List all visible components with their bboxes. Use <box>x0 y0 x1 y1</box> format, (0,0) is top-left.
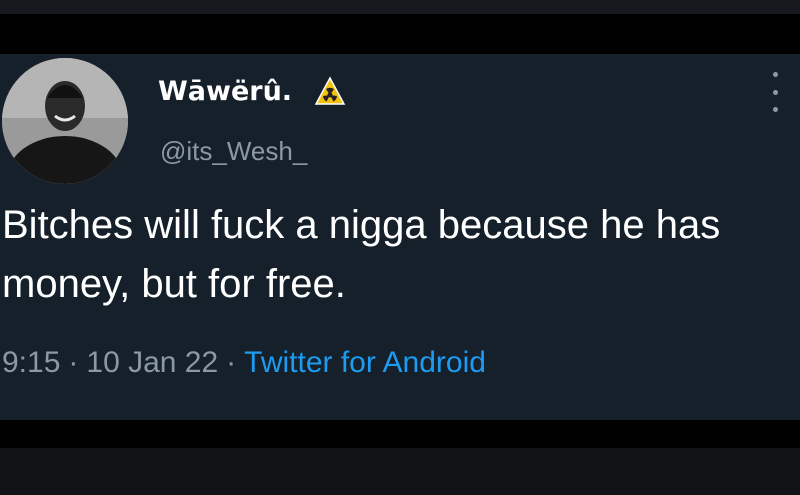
separator: · <box>68 346 79 379</box>
tweet-meta: 9:15 · 10 Jan 22 · Twitter for Android <box>2 346 486 380</box>
tweet-card: Wāwërû. @its_Wesh_ Bitches will fuck a n… <box>0 54 800 420</box>
top-border <box>0 0 800 14</box>
user-handle[interactable]: @its_Wesh_ <box>160 136 307 167</box>
warning-radioactive-icon <box>314 76 346 106</box>
vertical-dots-icon[interactable] <box>768 72 782 112</box>
separator: · <box>226 346 237 379</box>
tweet-source[interactable]: Twitter for Android <box>244 346 486 379</box>
tweet-time[interactable]: 9:15 <box>2 346 60 379</box>
display-name[interactable]: Wāwërû. <box>158 76 292 107</box>
tweet-date[interactable]: 10 Jan 22 <box>86 346 218 379</box>
avatar[interactable] <box>2 58 128 184</box>
tweet-text: Bitches will fuck a nigga because he has… <box>2 203 721 306</box>
bottom-border <box>0 448 800 495</box>
